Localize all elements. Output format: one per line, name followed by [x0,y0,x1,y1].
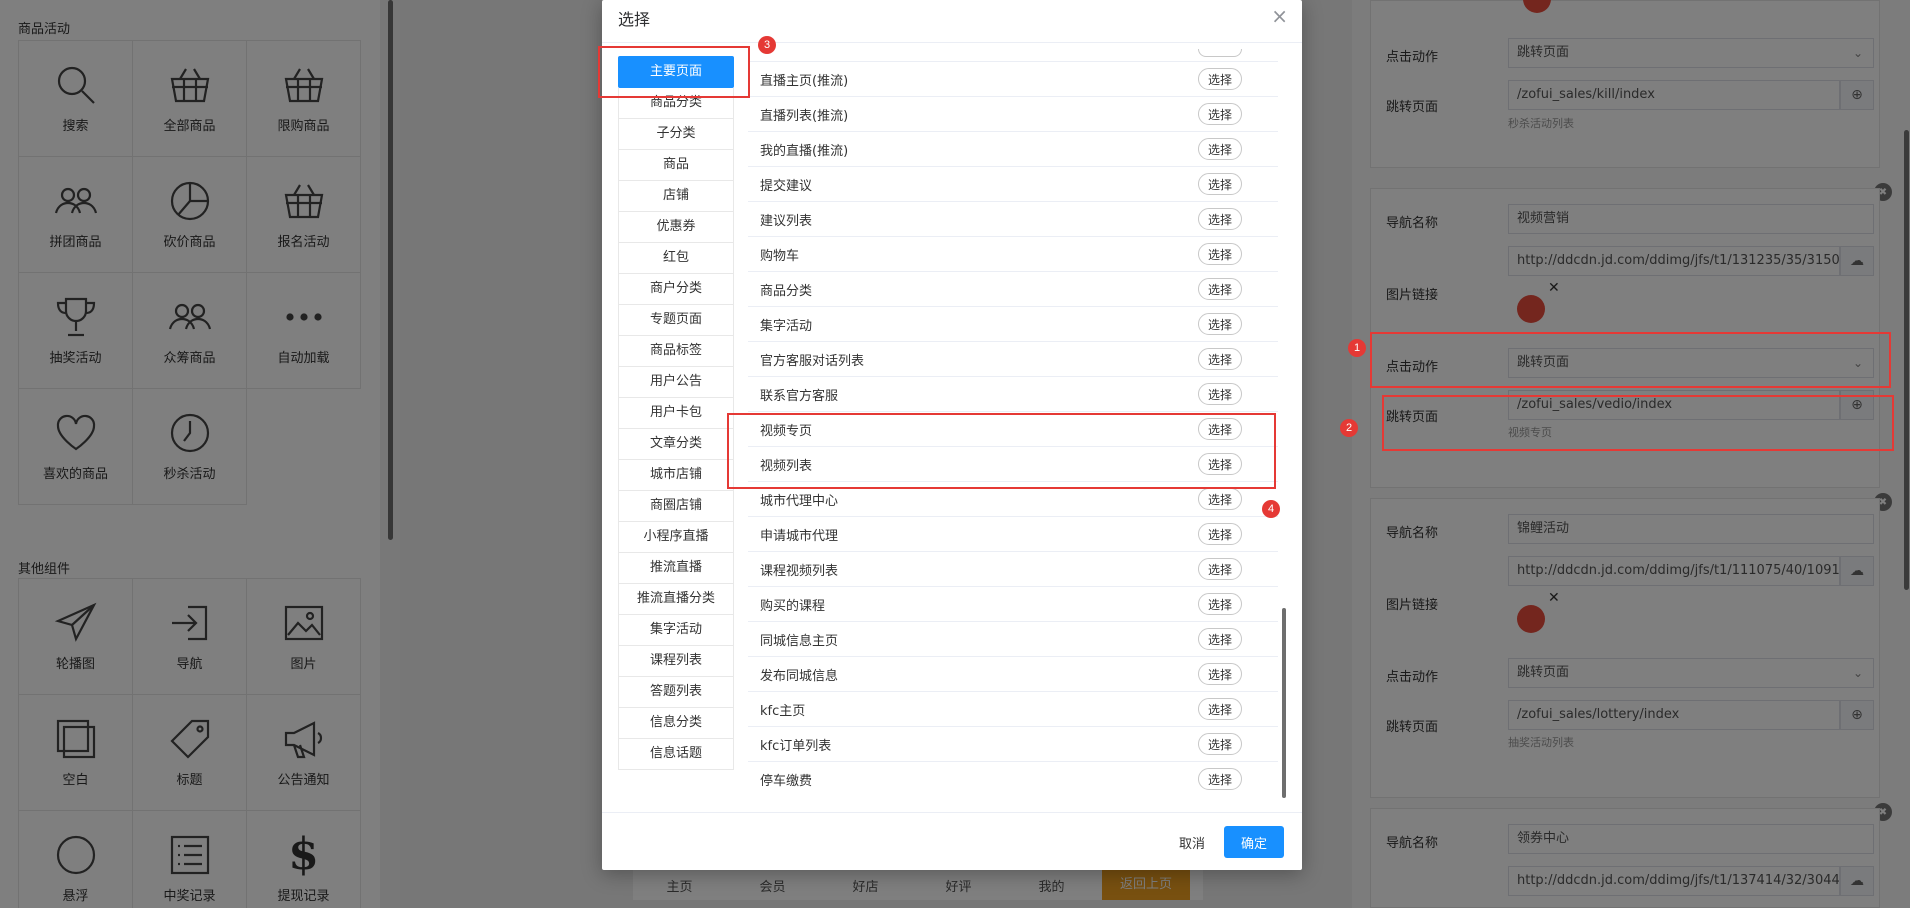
page-name: 购物车 [760,248,800,264]
annotation-badge-2: 2 [1340,419,1358,437]
category-item[interactable]: 商圈店铺 [618,491,734,522]
page-name: 官方客服对话列表 [760,353,865,369]
category-item[interactable]: 集字活动 [618,615,734,646]
select-button[interactable]: 选择 [1198,628,1242,650]
close-icon[interactable]: × [1271,4,1288,28]
page-name: 建议列表 [760,213,813,229]
category-item[interactable]: 文章分类 [618,429,734,460]
select-button[interactable]: 选择 [1198,768,1242,790]
page-name: 直播主页(推流) [760,73,849,89]
page-name: kfc订单列表 [760,738,832,754]
list-item: 集字活动 选择 [748,307,1278,342]
select-button[interactable]: 选择 [1198,698,1242,720]
select-button[interactable]: 选择 [1198,313,1242,335]
list-item: 直播列表(推流) 选择 [748,97,1278,132]
category-item[interactable]: 答题列表 [618,677,734,708]
list-item: 课程视频列表 选择 [748,552,1278,587]
category-item[interactable]: 子分类 [618,119,734,150]
category-item[interactable]: 商品 [618,150,734,181]
list-item: kfc主页 选择 [748,692,1278,727]
select-button[interactable]: 选择 [1198,488,1242,510]
list-item [748,44,1278,62]
list-item: 建议列表 选择 [748,202,1278,237]
select-button[interactable]: 选择 [1198,558,1242,580]
select-button[interactable]: 选择 [1198,243,1242,265]
category-list: 主要页面 商品分类 子分类 商品 店铺 优惠券 红包 商户分类 专题页面 商品标签 用户公告 用户卡… [618,56,734,770]
list-item: 申请城市代理 选择 [748,517,1278,552]
page-name: 停车缴费 [760,773,813,789]
page-name: 我的直播(推流) [760,143,849,159]
select-button[interactable]: 选择 [1198,68,1242,90]
modal-scrollbar[interactable] [1282,608,1286,798]
page-name: 发布同城信息 [760,668,839,684]
page-name: 申请城市代理 [760,528,839,544]
category-item[interactable]: 商户分类 [618,274,734,305]
select-button[interactable]: 选择 [1198,278,1242,300]
divider [602,42,1302,43]
select-button[interactable]: 选择 [1198,173,1242,195]
category-item[interactable]: 信息分类 [618,708,734,739]
annotation-badge-1: 1 [1348,339,1366,357]
list-item: 停车缴费 选择 [748,762,1278,796]
list-item: kfc订单列表 选择 [748,727,1278,762]
category-item[interactable]: 课程列表 [618,646,734,677]
select-button[interactable]: 选择 [1198,138,1242,160]
select-button[interactable]: 选择 [1198,523,1242,545]
category-item[interactable]: 推流直播 [618,553,734,584]
select-button[interactable]: 选择 [1198,103,1242,125]
highlight-box-4 [727,413,1276,489]
page-name: kfc主页 [760,703,806,719]
divider [602,812,1302,813]
highlight-box-2 [1382,395,1894,451]
page-name: 直播列表(推流) [760,108,849,124]
list-item: 直播主页(推流) 选择 [748,62,1278,97]
select-button[interactable]: 选择 [1198,208,1242,230]
confirm-button[interactable]: 确定 [1224,826,1284,858]
modal-title: 选择 [618,10,651,29]
category-item[interactable]: 推流直播分类 [618,584,734,615]
select-button[interactable]: 选择 [1198,383,1242,405]
list-item: 提交建议 选择 [748,167,1278,202]
category-item[interactable]: 小程序直播 [618,522,734,553]
select-button[interactable]: 选择 [1198,348,1242,370]
highlight-box-3 [598,46,750,98]
select-button[interactable]: 选择 [1198,733,1242,755]
category-item[interactable]: 红包 [618,243,734,274]
page-name: 联系官方客服 [760,388,839,404]
list-item: 联系官方客服 选择 [748,377,1278,412]
annotation-badge-4: 4 [1262,500,1280,518]
cancel-button[interactable]: 取消 [1162,826,1222,858]
category-item[interactable]: 用户卡包 [618,398,734,429]
category-item[interactable]: 商品标签 [618,336,734,367]
page-name: 购买的课程 [760,598,826,614]
category-item[interactable]: 店铺 [618,181,734,212]
list-item: 发布同城信息 选择 [748,657,1278,692]
list-item: 官方客服对话列表 选择 [748,342,1278,377]
page-name: 城市代理中心 [760,493,839,509]
highlight-box-1 [1370,332,1891,388]
list-item: 我的直播(推流) 选择 [748,132,1278,167]
annotation-badge-3: 3 [758,36,776,54]
category-item[interactable]: 专题页面 [618,305,734,336]
page-name: 商品分类 [760,283,813,299]
list-item: 购物车 选择 [748,237,1278,272]
select-button[interactable]: 选择 [1198,593,1242,615]
list-item: 购买的课程 选择 [748,587,1278,622]
category-item[interactable]: 城市店铺 [618,460,734,491]
category-item[interactable]: 用户公告 [618,367,734,398]
page-name: 课程视频列表 [760,563,839,579]
page-name: 集字活动 [760,318,813,334]
list-item: 同城信息主页 选择 [748,622,1278,657]
page-name: 提交建议 [760,178,813,194]
select-button[interactable]: 选择 [1198,663,1242,685]
list-item: 商品分类 选择 [748,272,1278,307]
category-item[interactable]: 优惠券 [618,212,734,243]
category-item[interactable]: 信息话题 [618,739,734,770]
page-name: 同城信息主页 [760,633,839,649]
